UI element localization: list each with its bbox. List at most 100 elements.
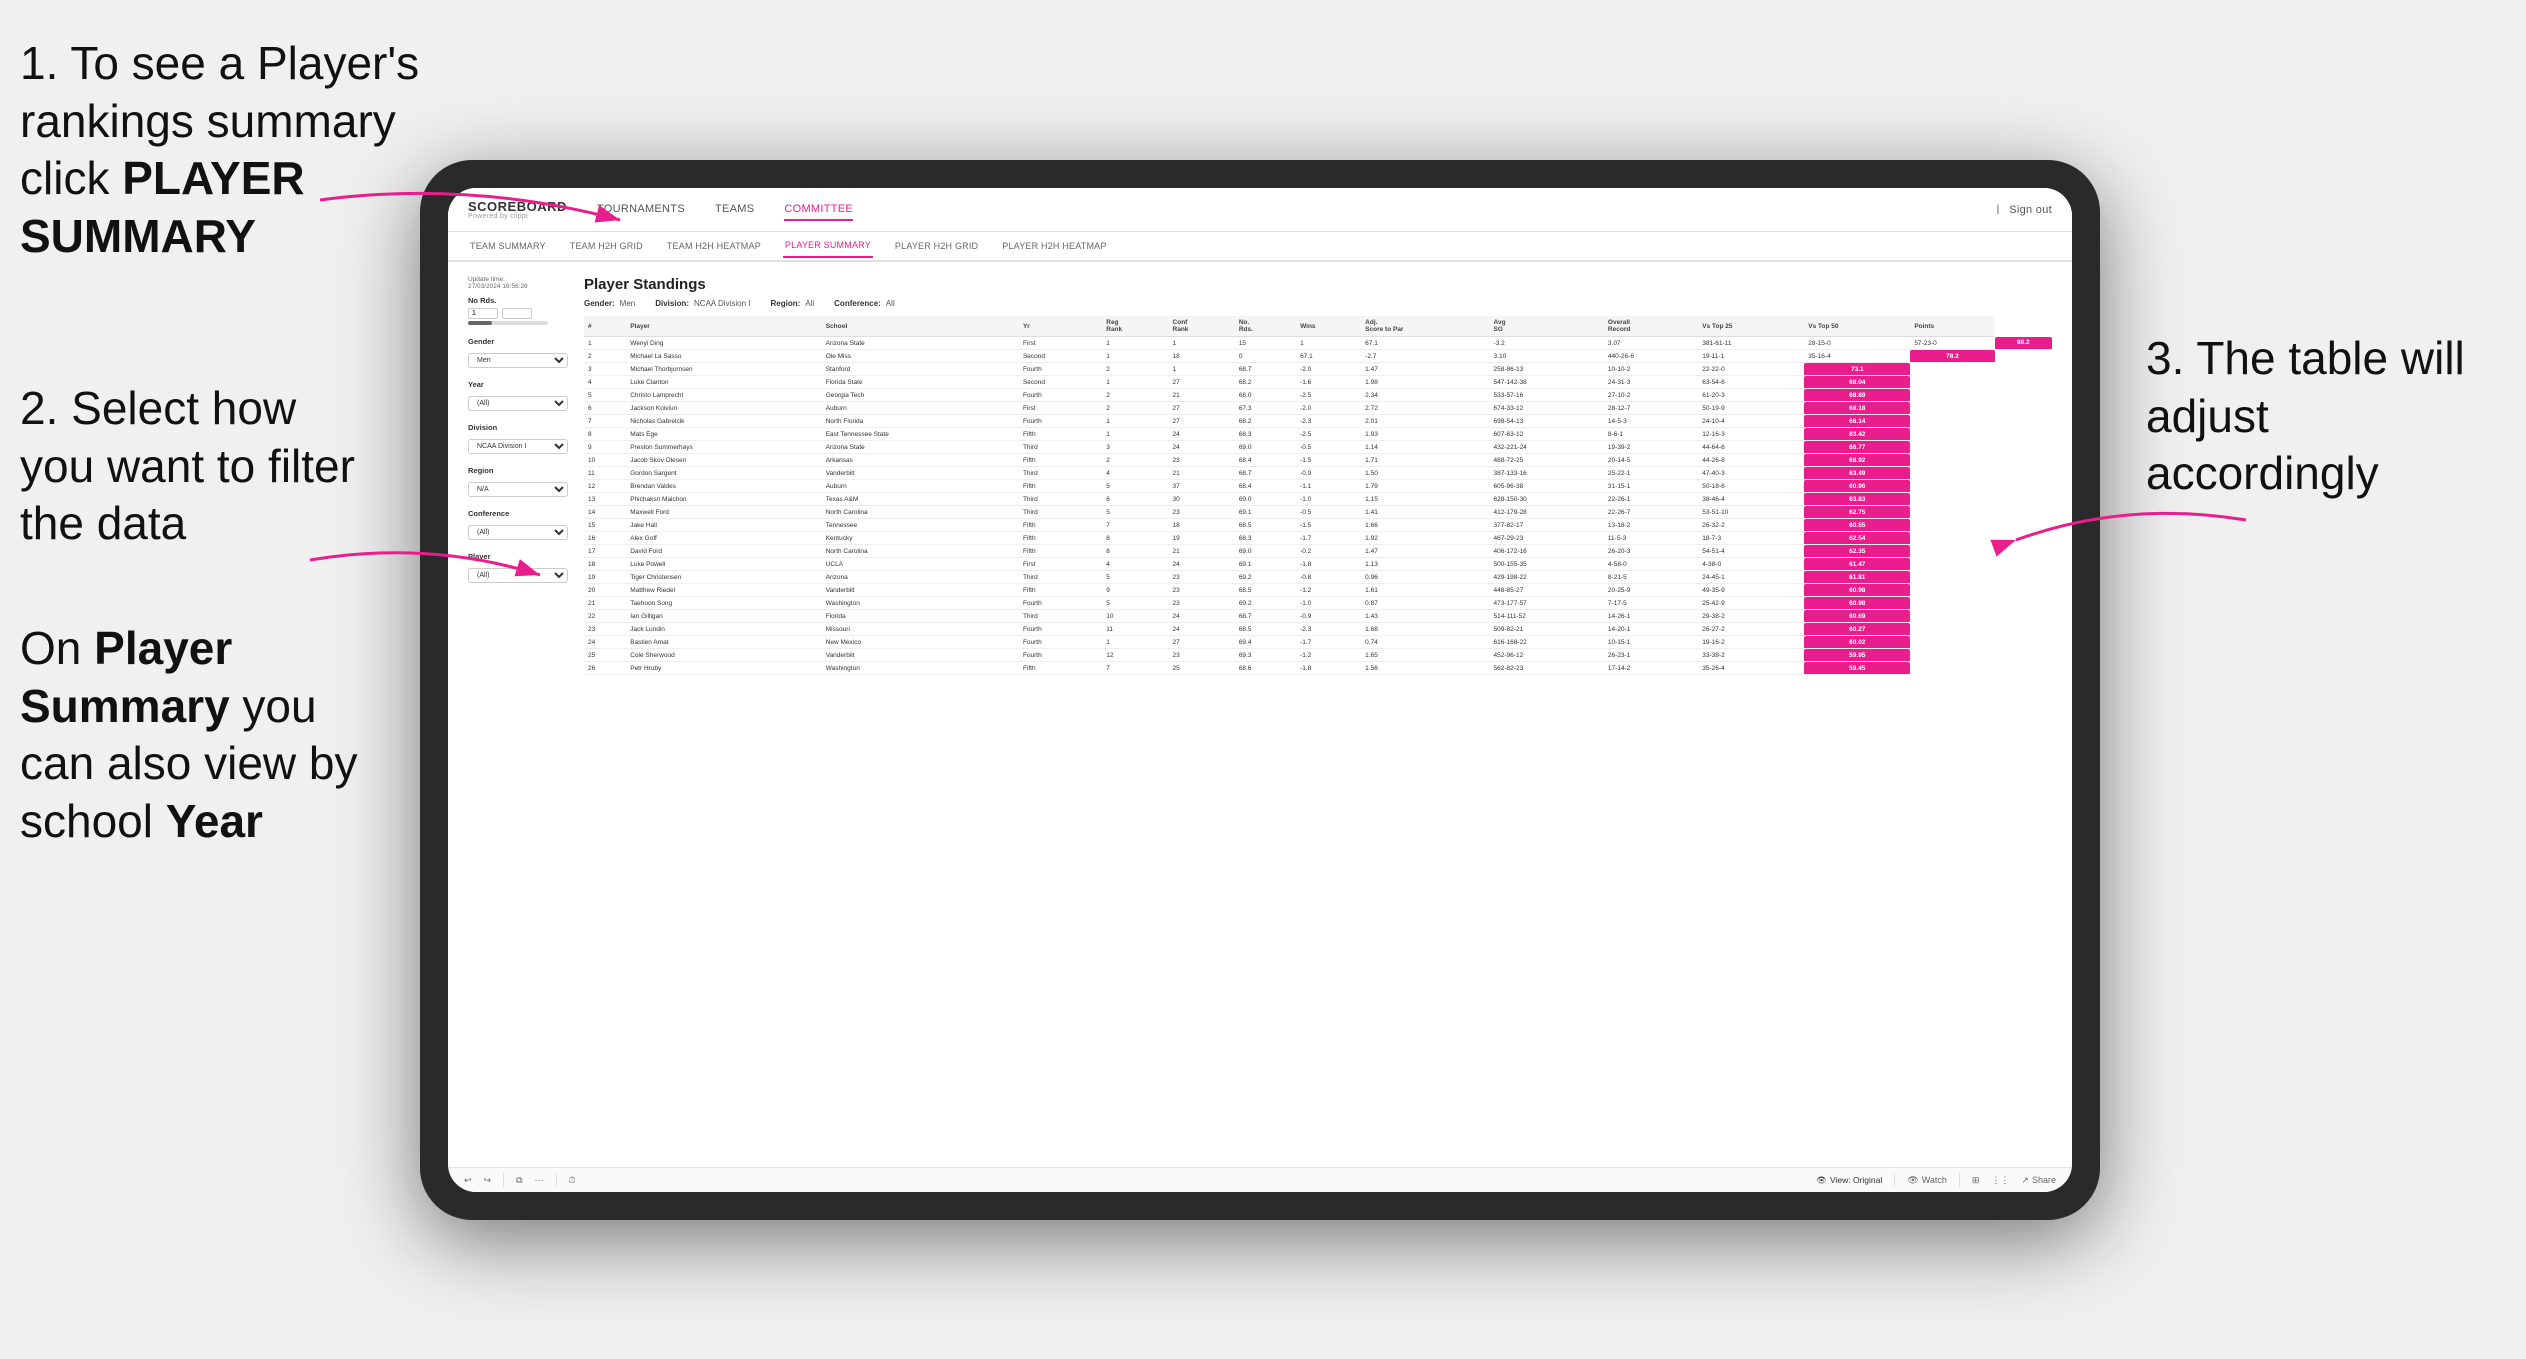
- table-cell-10-9: 387-133-16: [1490, 467, 1604, 480]
- table-cell-4-7: -2.5: [1296, 389, 1361, 402]
- table-cell-25-10: 17-14-2: [1604, 662, 1698, 675]
- layout-btn[interactable]: ⊞: [1972, 1175, 1980, 1186]
- conference-label: Conference: [468, 509, 568, 518]
- table-cell-7-8: 1.93: [1361, 428, 1489, 441]
- table-cell-20-11: 25-42-9: [1698, 597, 1804, 610]
- table-cell-1-0: 2: [584, 350, 626, 363]
- table-cell-23-10: 10-15-1: [1604, 636, 1698, 649]
- col-points: Points: [1910, 316, 1994, 337]
- copy-btn[interactable]: ⧉: [516, 1175, 522, 1186]
- table-cell-2-6: 68.7: [1235, 363, 1296, 376]
- table-cell-14-8: 1.66: [1361, 519, 1489, 532]
- rds-min-input[interactable]: [468, 308, 498, 319]
- update-label: Update time:: [468, 276, 568, 283]
- table-cell-16-1: David Ford: [626, 545, 821, 558]
- table-row: 9Preston SummerhaysArizona StateThird324…: [584, 441, 2052, 454]
- more-btn[interactable]: ⋯: [535, 1175, 544, 1186]
- update-time: 27/03/2024 16:56:26: [468, 283, 568, 290]
- arrow-2: [300, 530, 550, 610]
- table-cell-17-8: 1.13: [1361, 558, 1489, 571]
- table-cell-2-10: 10-10-2: [1604, 363, 1698, 376]
- sub-nav-team-h2h-heatmap[interactable]: TEAM H2H HEATMAP: [665, 235, 763, 257]
- table-row: 15Jake HallTennesseeFifth71868.5-1.51.66…: [584, 519, 2052, 532]
- table-cell-21-0: 22: [584, 610, 626, 623]
- table-cell-15-12: 62.54: [1804, 532, 1910, 545]
- sub-nav-player-summary[interactable]: PLAYER SUMMARY: [783, 234, 873, 258]
- table-cell-19-4: 9: [1102, 584, 1168, 597]
- table-cell-0-4: 1: [1102, 337, 1168, 350]
- table-cell-13-10: 22-26-7: [1604, 506, 1698, 519]
- table-cell-15-7: -1.7: [1296, 532, 1361, 545]
- gender-section: Gender Men Women: [468, 337, 568, 368]
- table-cell-22-7: -2.3: [1296, 623, 1361, 636]
- sub-nav-player-h2h-heatmap[interactable]: PLAYER H2H HEATMAP: [1000, 235, 1108, 257]
- table-cell-19-9: 448-85-27: [1490, 584, 1604, 597]
- table-cell-17-10: 4-58-0: [1604, 558, 1698, 571]
- table-cell-17-0: 18: [584, 558, 626, 571]
- table-cell-23-2: New Mexico: [822, 636, 1019, 649]
- division-select[interactable]: NCAA Division I NCAA Division II NCAA Di…: [468, 439, 568, 454]
- table-cell-9-1: Jacob Skov Olesen: [626, 454, 821, 467]
- table-cell-12-1: Phichaksn Maichon: [626, 493, 821, 506]
- table-cell-20-5: 23: [1169, 597, 1235, 610]
- redo-btn[interactable]: ↪: [484, 1175, 492, 1186]
- table-cell-13-0: 14: [584, 506, 626, 519]
- table-cell-21-10: 14-26-1: [1604, 610, 1698, 623]
- filter-row: Gender: Men Division: NCAA Division I Re…: [584, 299, 2052, 308]
- table-cell-4-11: 61-20-3: [1698, 389, 1804, 402]
- table-cell-12-7: -1.0: [1296, 493, 1361, 506]
- table-cell-25-5: 25: [1169, 662, 1235, 675]
- table-cell-14-6: 68.5: [1235, 519, 1296, 532]
- bottom-toolbar: ↩ ↪ ⧉ ⋯ ⏱ 👁 View: Original 👁 Watch ⊞ ⋮⋮ …: [448, 1167, 2072, 1192]
- standings-table: # Player School Yr RegRank ConfRank No.R…: [584, 316, 2052, 675]
- table-cell-2-11: 22-22-0: [1698, 363, 1804, 376]
- table-cell-16-2: North Carolina: [822, 545, 1019, 558]
- sign-out-link[interactable]: Sign out: [2009, 200, 2052, 220]
- undo-btn[interactable]: ↩: [464, 1175, 472, 1186]
- table-cell-5-10: 28-12-7: [1604, 402, 1698, 415]
- table-cell-23-1: Bastien Amat: [626, 636, 821, 649]
- table-cell-1-3: Second: [1019, 350, 1102, 363]
- region-select[interactable]: N/A All: [468, 482, 568, 497]
- table-cell-18-8: 0.96: [1361, 571, 1489, 584]
- table-cell-18-0: 19: [584, 571, 626, 584]
- table-cell-20-10: 7-17-5: [1604, 597, 1698, 610]
- dots-btn[interactable]: ⋮⋮: [1991, 1175, 2009, 1186]
- table-cell-0-0: 1: [584, 337, 626, 350]
- table-cell-1-2: Ole Miss: [822, 350, 1019, 363]
- table-cell-25-4: 7: [1102, 662, 1168, 675]
- table-cell-0-5: 1: [1169, 337, 1235, 350]
- table-cell-9-3: Fifth: [1019, 454, 1102, 467]
- rds-slider[interactable]: [468, 321, 548, 325]
- share-btn[interactable]: ↗ Share: [2021, 1175, 2056, 1186]
- gender-select[interactable]: Men Women: [468, 353, 568, 368]
- table-row: 13Phichaksn MaichonTexas A&MThird63069.0…: [584, 493, 2052, 506]
- update-time-label: Update time: 27/03/2024 16:56:26: [468, 276, 568, 290]
- table-cell-0-6: 15: [1235, 337, 1296, 350]
- table-cell-21-12: 60.69: [1804, 610, 1910, 623]
- table-row: 26Petr HrubyWashingtonFifth72568.6-1.81.…: [584, 662, 2052, 675]
- clock-btn[interactable]: ⏱: [569, 1175, 576, 1186]
- table-cell-0-13: 57-23-0: [1910, 337, 1994, 350]
- nav-teams[interactable]: TEAMS: [715, 199, 754, 221]
- table-cell-8-12: 66.77: [1804, 441, 1910, 454]
- col-vs-top25: Vs Top 25: [1698, 316, 1804, 337]
- table-cell-25-2: Washington: [822, 662, 1019, 675]
- nav-committee[interactable]: COMMITTEE: [784, 199, 853, 221]
- watch-btn[interactable]: 👁 Watch: [1907, 1175, 1947, 1186]
- rds-max-input[interactable]: [502, 308, 532, 319]
- table-cell-3-3: Second: [1019, 376, 1102, 389]
- table-cell-18-3: Third: [1019, 571, 1102, 584]
- table-cell-10-3: Third: [1019, 467, 1102, 480]
- table-cell-0-2: Arizona State: [822, 337, 1019, 350]
- table-row: 25Cole SherwoodVanderbiltFourth122369.3-…: [584, 649, 2052, 662]
- table-cell-14-12: 60.55: [1804, 519, 1910, 532]
- table-cell-25-0: 26: [584, 662, 626, 675]
- year-select[interactable]: (All) First Second Third Fourth Fifth: [468, 396, 568, 411]
- table-cell-22-5: 24: [1169, 623, 1235, 636]
- table-cell-2-8: 1.47: [1361, 363, 1489, 376]
- table-cell-9-5: 23: [1169, 454, 1235, 467]
- table-cell-7-11: 12-16-3: [1698, 428, 1804, 441]
- sub-nav-player-h2h-grid[interactable]: PLAYER H2H GRID: [893, 235, 980, 257]
- view-label[interactable]: 👁 View: Original: [1816, 1175, 1882, 1186]
